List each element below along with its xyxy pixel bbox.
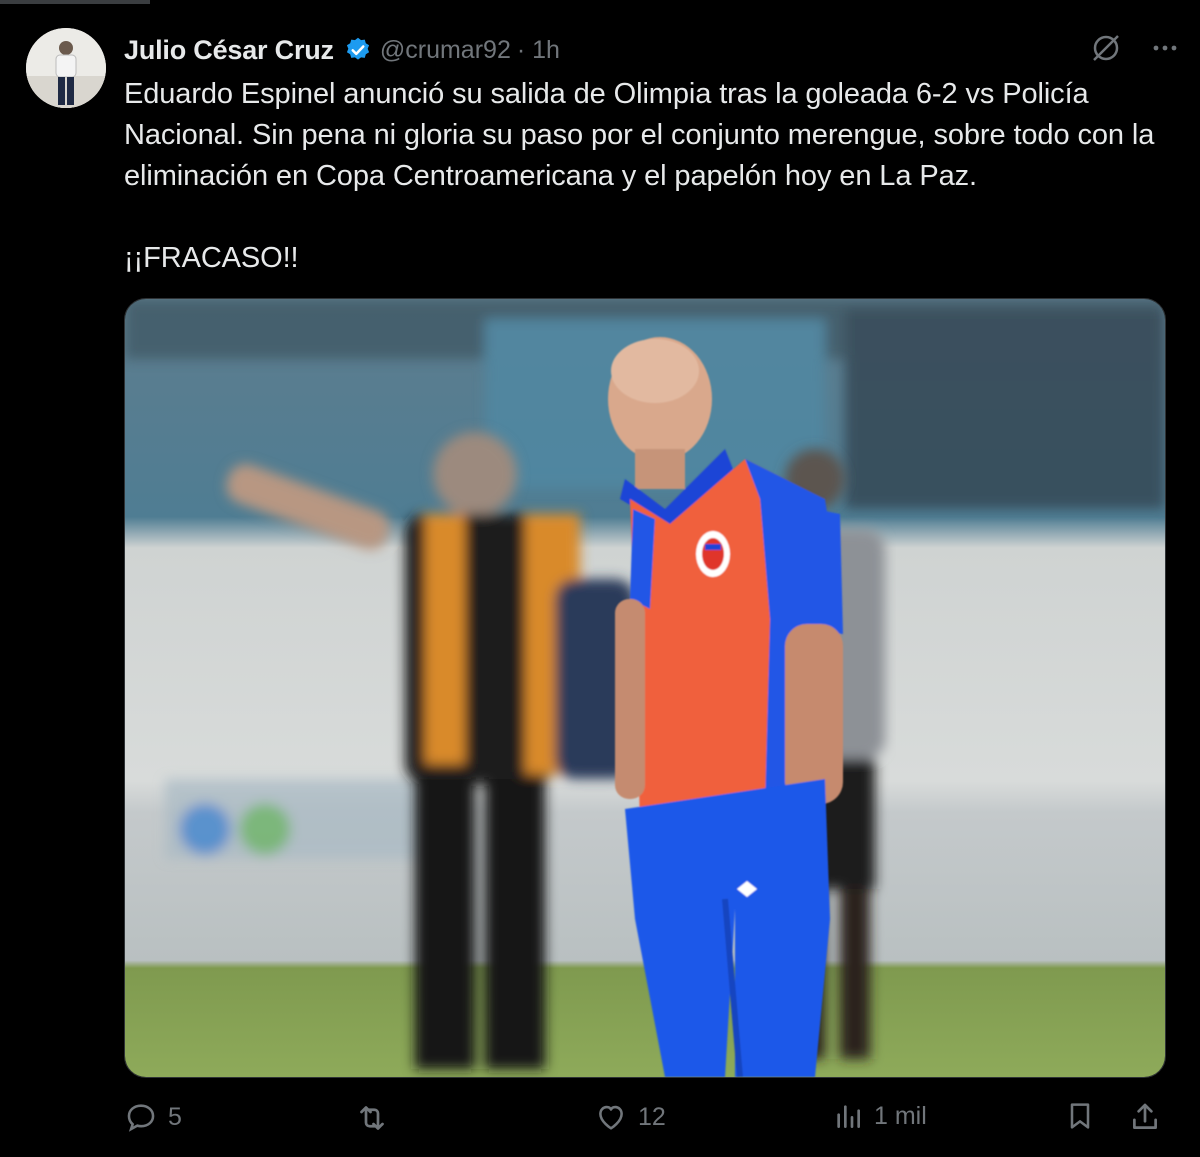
tweet-header: Julio César Cruz @crumar92 · 1h [124, 30, 1180, 70]
like-button[interactable]: 12 [594, 1100, 666, 1134]
views-count: 1 mil [874, 1101, 927, 1130]
reply-icon [124, 1100, 158, 1134]
reply-count: 5 [168, 1102, 182, 1131]
reply-button[interactable]: 5 [124, 1100, 182, 1134]
bookmark-button[interactable] [1064, 1100, 1096, 1132]
tweet-photo[interactable] [124, 298, 1166, 1078]
author-handle[interactable]: @crumar92 [380, 36, 511, 65]
bar-chart-icon [832, 1100, 864, 1132]
top-divider [0, 0, 150, 4]
tweet-time[interactable]: · 1h [517, 36, 560, 65]
heart-icon [594, 1100, 628, 1134]
verified-badge-icon [344, 36, 372, 64]
action-bar: 5 12 1 mil [124, 1100, 1174, 1150]
like-count: 12 [638, 1102, 666, 1131]
avatar[interactable] [26, 28, 106, 108]
share-icon [1128, 1100, 1162, 1134]
views-button[interactable]: 1 mil [832, 1100, 927, 1132]
author-name[interactable]: Julio César Cruz [124, 35, 334, 66]
tweet-text: Eduardo Espinel anunció su salida de Oli… [124, 78, 1155, 274]
more-options-icon[interactable] [1150, 33, 1180, 68]
bookmark-icon [1064, 1100, 1096, 1132]
share-button[interactable] [1128, 1100, 1162, 1134]
repost-button[interactable] [354, 1100, 400, 1136]
grok-icon[interactable] [1090, 32, 1122, 69]
repost-icon [354, 1100, 390, 1136]
